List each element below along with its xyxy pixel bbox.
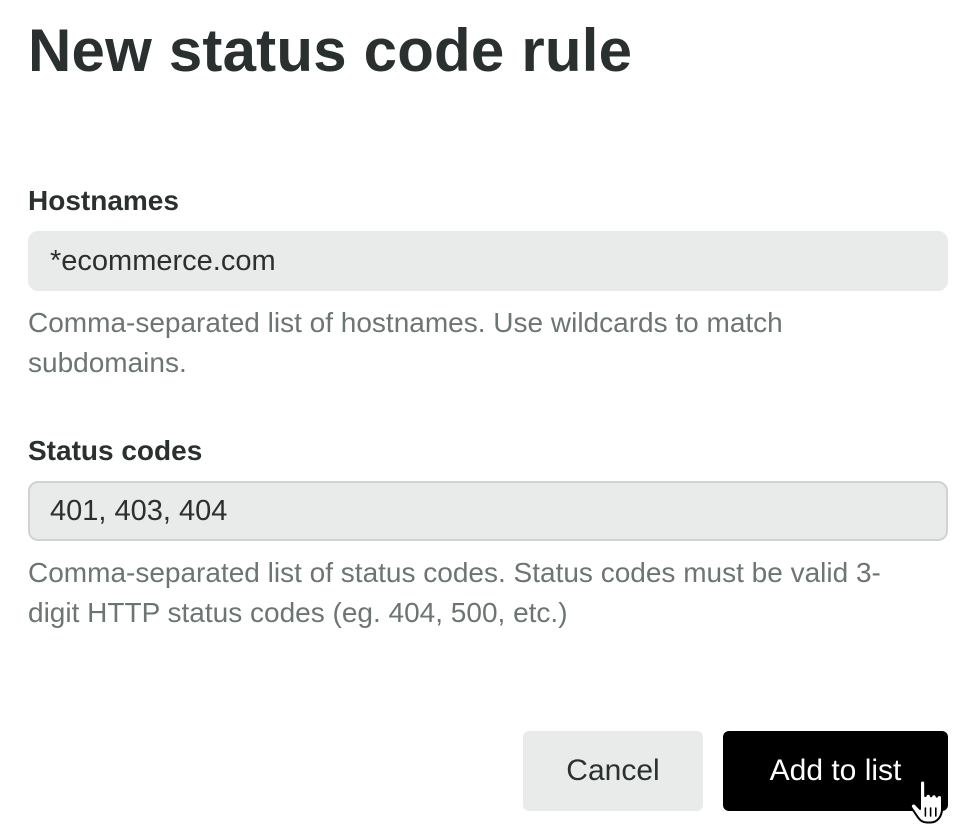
status-codes-help-text: Comma-separated list of status codes. St…: [28, 557, 881, 628]
dialog-actions: Cancel Add to list: [523, 731, 948, 811]
hostnames-field-group: Hostnames Comma-separated list of hostna…: [28, 183, 948, 383]
cancel-button[interactable]: Cancel: [523, 731, 703, 811]
hand-pointer-icon: [909, 780, 943, 824]
dialog-title: New status code rule: [28, 17, 633, 84]
status-codes-input[interactable]: [28, 481, 948, 541]
status-codes-label: Status codes: [28, 435, 203, 466]
hostnames-label: Hostnames: [28, 185, 179, 216]
hostnames-input[interactable]: [28, 231, 948, 291]
new-status-code-rule-dialog: New status code rule Hostnames Comma-sep…: [0, 0, 976, 838]
status-codes-field-group: Status codes Comma-separated list of sta…: [28, 433, 948, 633]
hostnames-help-text: Comma-separated list of hostnames. Use w…: [28, 307, 783, 378]
